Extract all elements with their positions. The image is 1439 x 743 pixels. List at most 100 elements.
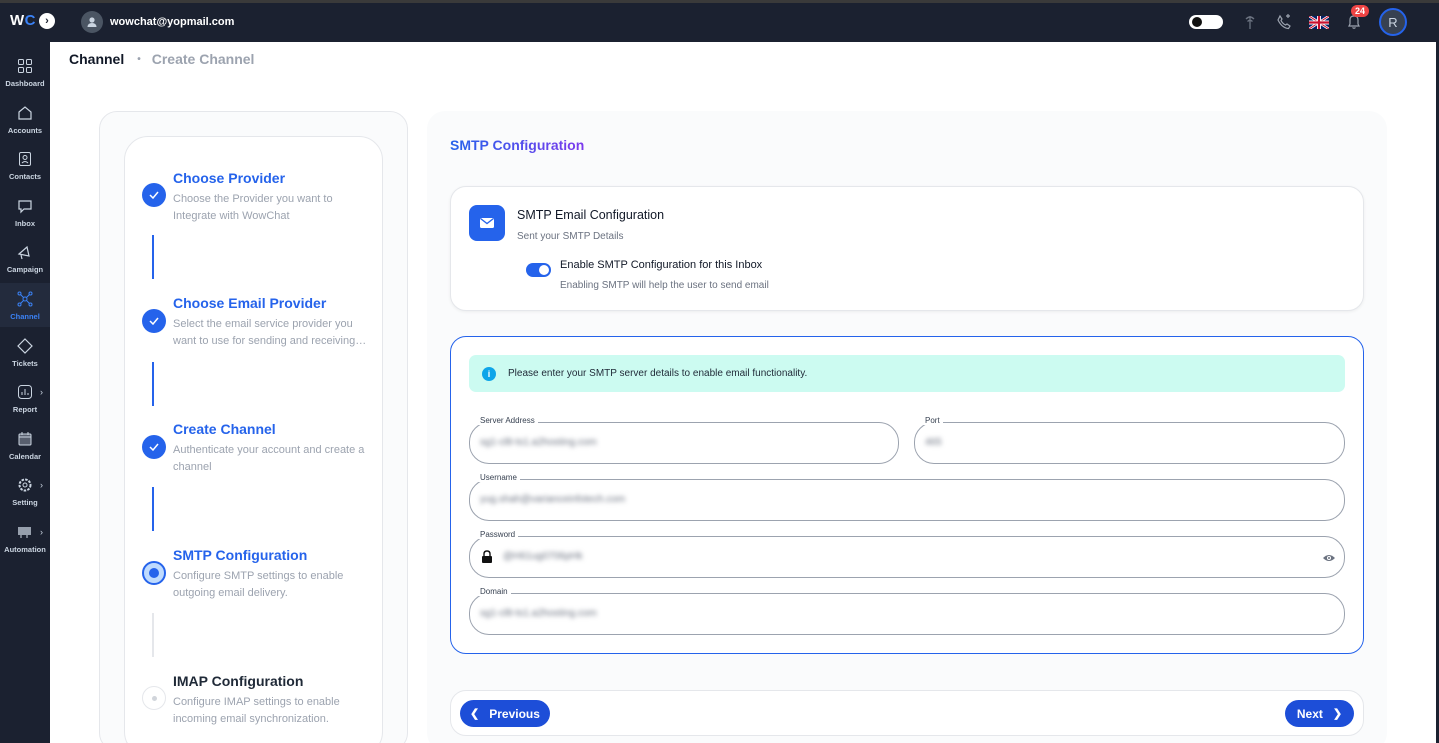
inbox-icon bbox=[16, 197, 34, 215]
field-value: sg1-cl8-ts1.a2hosting.com bbox=[480, 437, 597, 448]
next-button[interactable]: Next ❯ bbox=[1285, 700, 1354, 727]
step-title: Create Channel bbox=[173, 421, 276, 437]
sidebar-item-label: Inbox bbox=[15, 218, 35, 228]
step-current-indicator-icon bbox=[142, 561, 166, 585]
server-address-field[interactable]: Server Address sg1-cl8-ts1.a2hosting.com bbox=[469, 416, 899, 464]
port-field[interactable]: Port 465 bbox=[914, 416, 1345, 464]
sidebar-item-label: Contacts bbox=[8, 171, 42, 181]
toggle-label: Enable SMTP Configuration for this Inbox bbox=[560, 259, 763, 271]
button-label: Previous bbox=[489, 706, 540, 721]
wizard-footer bbox=[450, 690, 1364, 736]
sidebar-item-label: Tickets bbox=[12, 358, 38, 368]
sidebar-item-label: Automation bbox=[4, 544, 46, 554]
sidebar-item-label: Dashboard bbox=[5, 78, 45, 88]
mail-icon bbox=[469, 205, 505, 241]
password-field[interactable]: Password @H61ug0706pHk bbox=[469, 530, 1345, 578]
sidebar-item-report[interactable]: › Report bbox=[0, 376, 50, 420]
wifi-signal-icon[interactable] bbox=[1241, 13, 1259, 31]
step-title: Choose Provider bbox=[173, 170, 286, 186]
username-field[interactable]: Username yug.shah@varianceinfotech.com bbox=[469, 473, 1345, 521]
sidebar-item-dashboard[interactable]: Dashboard bbox=[0, 50, 50, 94]
step-title: IMAP Configuration bbox=[173, 673, 304, 689]
sidebar-item-label: Channel bbox=[10, 311, 40, 321]
field-label: Domain bbox=[477, 587, 511, 596]
field-value: sg1-cl8-ts1.a2hosting.com bbox=[480, 608, 597, 619]
profile-avatar[interactable]: R bbox=[1379, 8, 1407, 36]
breadcrumb-page: Create Channel bbox=[151, 51, 255, 67]
sidebar-item-channel[interactable]: Channel bbox=[0, 283, 50, 327]
notification-bell-icon[interactable]: 24 bbox=[1345, 5, 1370, 31]
step-connector bbox=[152, 487, 154, 531]
ticket-icon bbox=[16, 337, 34, 355]
theme-toggle[interactable] bbox=[1189, 15, 1223, 29]
sidebar-item-label: Report bbox=[12, 404, 38, 414]
sidebar-item-accounts[interactable]: Accounts bbox=[0, 97, 50, 141]
step-description: Select the email service provider you wan… bbox=[173, 316, 369, 350]
calendar-icon bbox=[16, 430, 34, 448]
step-description: Configure SMTP settings to enable outgoi… bbox=[173, 570, 344, 599]
sidebar-item-label: Calendar bbox=[8, 451, 42, 461]
info-message: Please enter your SMTP server details to… bbox=[508, 368, 808, 379]
field-value: yug.shah@varianceinfotech.com bbox=[480, 494, 626, 505]
step-description: Choose the Provider you want to Integrat… bbox=[173, 193, 333, 222]
step-description: Authenticate your account and create a c… bbox=[173, 444, 365, 473]
logo-text: WC bbox=[10, 12, 37, 29]
chevron-right-icon: › bbox=[40, 480, 43, 490]
channel-icon bbox=[16, 290, 34, 308]
sidebar-item-contacts[interactable]: Contacts bbox=[0, 143, 50, 187]
home-icon bbox=[16, 104, 34, 122]
field-value: @H61ug0706pHk bbox=[503, 551, 583, 562]
step-done-check-icon bbox=[142, 183, 166, 207]
phone-icon[interactable] bbox=[1275, 13, 1293, 31]
step-description-line: Select the email service provider you bbox=[173, 318, 353, 330]
button-label: Next bbox=[1296, 706, 1323, 721]
field-label: Username bbox=[477, 473, 520, 482]
notification-count-badge: 24 bbox=[1351, 5, 1370, 17]
contacts-icon bbox=[16, 150, 34, 168]
field-label: Port bbox=[922, 416, 943, 425]
sidebar-item-setting[interactable]: › Setting bbox=[0, 469, 50, 513]
sidebar-item-tickets[interactable]: Tickets bbox=[0, 330, 50, 374]
sidebar-item-automation[interactable]: › Automation bbox=[0, 516, 50, 560]
megaphone-icon bbox=[16, 243, 34, 261]
automation-icon bbox=[16, 523, 34, 541]
show-password-eye-icon[interactable] bbox=[1322, 551, 1336, 565]
app-logo[interactable]: WC › bbox=[10, 12, 56, 29]
enable-smtp-toggle[interactable] bbox=[526, 263, 551, 277]
breadcrumb: Channel • Create Channel bbox=[69, 51, 254, 67]
dashboard-icon bbox=[16, 57, 34, 75]
step-connector bbox=[152, 362, 154, 406]
field-value: 465 bbox=[925, 437, 942, 448]
step-connector bbox=[152, 613, 154, 657]
user-info[interactable]: wowchat@yopmail.com bbox=[81, 11, 234, 33]
info-icon: i bbox=[482, 367, 496, 381]
sidebar-item-campaign[interactable]: Campaign bbox=[0, 236, 50, 280]
expand-sidebar-icon[interactable]: › bbox=[39, 12, 56, 29]
smtp-email-card bbox=[450, 186, 1364, 311]
gear-icon bbox=[16, 476, 34, 494]
step-pending-indicator-icon bbox=[142, 686, 166, 710]
report-icon bbox=[16, 383, 34, 401]
breadcrumb-separator: • bbox=[137, 53, 141, 65]
field-label: Password bbox=[477, 530, 519, 539]
breadcrumb-current[interactable]: Channel bbox=[69, 51, 124, 67]
sidebar-item-label: Setting bbox=[12, 497, 38, 507]
sidebar-item-label: Accounts bbox=[7, 125, 43, 135]
step-title: Choose Email Provider bbox=[173, 295, 327, 311]
domain-field[interactable]: Domain sg1-cl8-ts1.a2hosting.com bbox=[469, 587, 1345, 635]
user-email: wowchat@yopmail.com bbox=[110, 16, 235, 28]
step-done-check-icon bbox=[142, 309, 166, 333]
step-description-line: want to use for sending and receiving em… bbox=[173, 335, 369, 347]
sidebar-item-label: Campaign bbox=[6, 264, 44, 274]
sidebar-item-inbox[interactable]: Inbox bbox=[0, 190, 50, 234]
uk-flag-icon[interactable] bbox=[1309, 15, 1329, 29]
card-subtitle: Sent your SMTP Details bbox=[517, 231, 624, 242]
step-connector bbox=[152, 235, 154, 279]
chevron-right-icon: › bbox=[40, 527, 43, 537]
chevron-left-icon: ❮ bbox=[470, 708, 480, 720]
previous-button[interactable]: ❮ Previous bbox=[460, 700, 550, 727]
chevron-right-icon: ❯ bbox=[1332, 708, 1343, 720]
page-title: SMTP Configuration bbox=[450, 137, 585, 153]
toggle-hint: Enabling SMTP will help the user to send… bbox=[560, 280, 769, 291]
sidebar-item-calendar[interactable]: Calendar bbox=[0, 423, 50, 467]
